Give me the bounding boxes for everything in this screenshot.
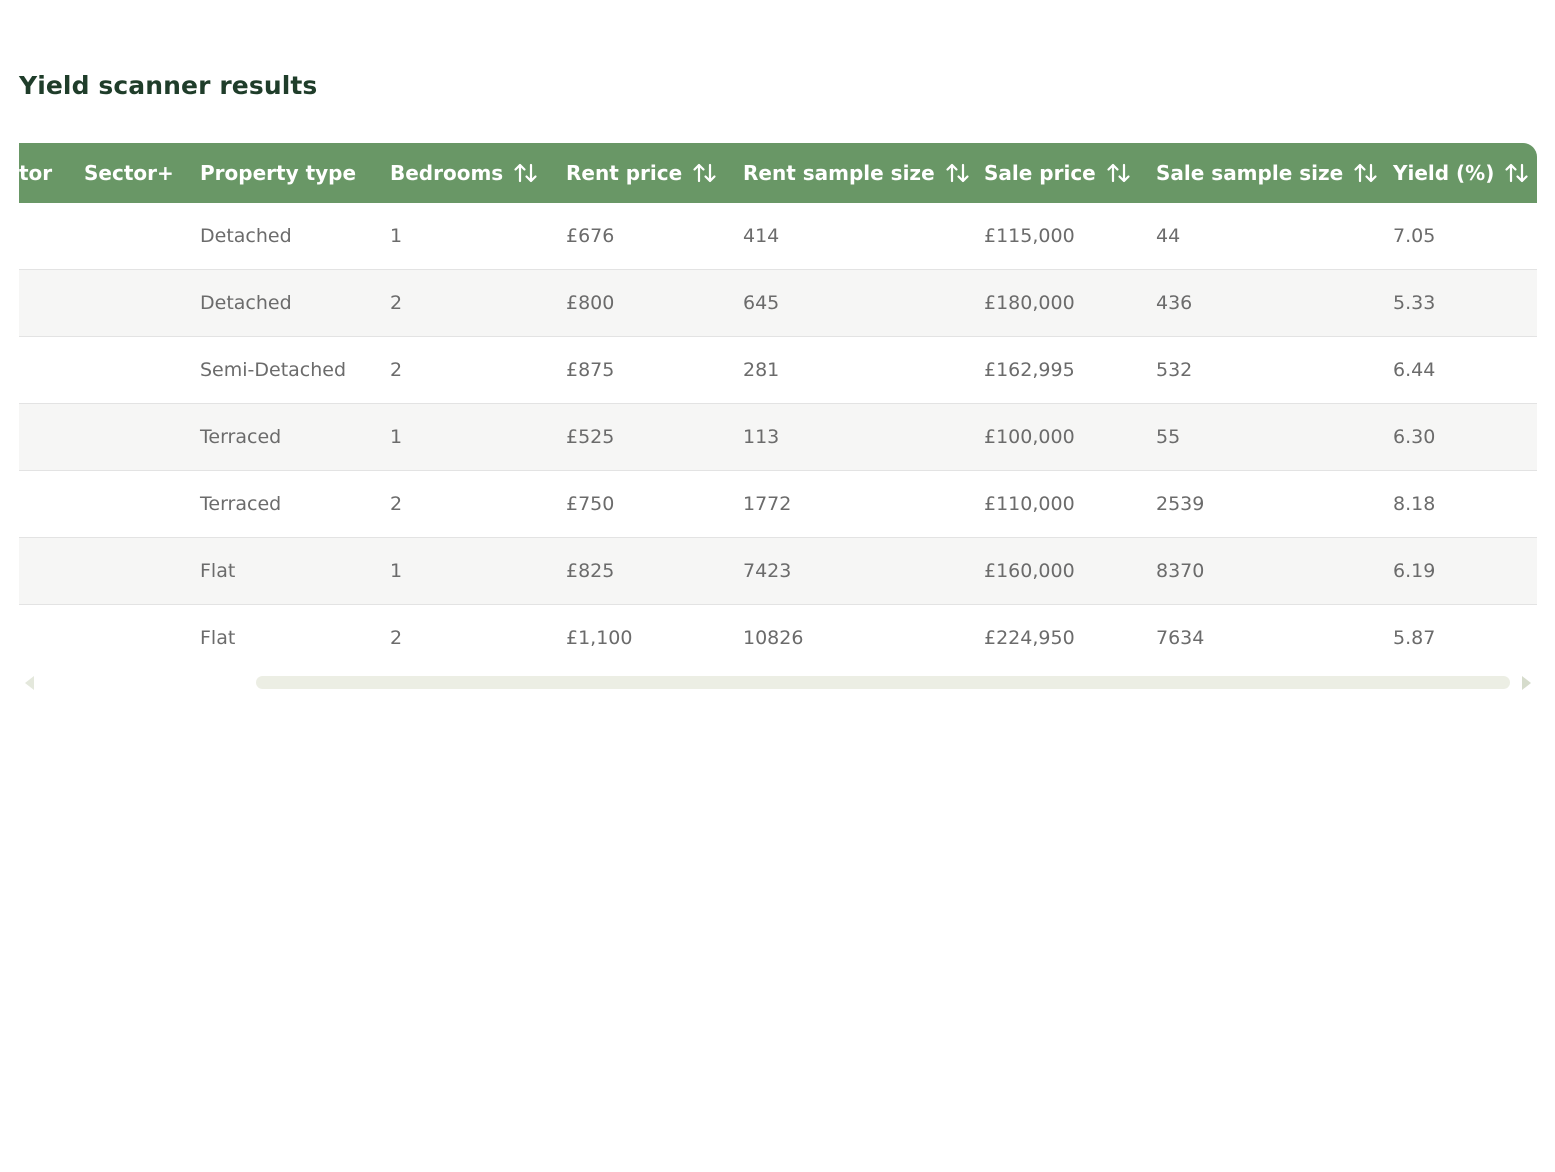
table-row: Terraced 1 £525 113 £100,000 55 6.30 (19, 404, 1537, 471)
column-header-rent-sample-size-label: Rent sample size (743, 161, 935, 185)
cell-bedrooms: 2 (390, 627, 403, 649)
cell-rent-sample-size: 7423 (743, 560, 792, 582)
cell-sale-sample-size: 436 (1156, 292, 1193, 314)
column-header-rent-price-label: Rent price (566, 161, 683, 185)
sort-up-down-icon[interactable] (1353, 159, 1379, 187)
cell-bedrooms: 1 (390, 225, 403, 247)
table-row: Flat 1 £825 7423 £160,000 8370 6.19 (19, 538, 1537, 605)
cell-rent-price: £875 (566, 359, 615, 381)
page: Yield scanner results tor Sector+ Proper… (0, 0, 1555, 1172)
scroll-left-arrow-icon[interactable] (25, 676, 34, 690)
column-header-sector[interactable]: tor (19, 143, 52, 203)
cell-sale-price: £115,000 (984, 225, 1075, 247)
page-title: Yield scanner results (19, 71, 318, 100)
cell-sale-sample-size: 2539 (1156, 493, 1205, 515)
cell-bedrooms: 1 (390, 560, 403, 582)
cell-property-type: Terraced (200, 493, 282, 515)
sort-up-down-icon[interactable] (1106, 159, 1132, 187)
column-header-rent-sample-size[interactable]: Rent sample size (743, 143, 971, 203)
cell-bedrooms: 2 (390, 359, 403, 381)
column-header-sector-plus[interactable]: Sector+ (84, 143, 174, 203)
cell-rent-sample-size: 281 (743, 359, 780, 381)
table-row: Detached 1 £676 414 £115,000 44 7.05 (19, 203, 1537, 270)
table-row: Terraced 2 £750 1772 £110,000 2539 8.18 (19, 471, 1537, 538)
sort-up-down-icon[interactable] (1504, 159, 1530, 187)
column-header-sale-price-label: Sale price (984, 161, 1096, 185)
column-header-bedrooms-label: Bedrooms (390, 161, 504, 185)
cell-rent-price: £676 (566, 225, 615, 247)
cell-yield: 5.33 (1393, 292, 1436, 314)
cell-property-type: Terraced (200, 426, 282, 448)
cell-yield: 6.30 (1393, 426, 1436, 448)
column-header-sale-sample-size[interactable]: Sale sample size (1156, 143, 1379, 203)
cell-rent-sample-size: 10826 (743, 627, 804, 649)
cell-property-type: Flat (200, 560, 236, 582)
table-row: Semi-Detached 2 £875 281 £162,995 532 6.… (19, 337, 1537, 404)
cell-sale-price: £224,950 (984, 627, 1075, 649)
table-row: Detached 2 £800 645 £180,000 436 5.33 (19, 270, 1537, 337)
cell-sale-price: £100,000 (984, 426, 1075, 448)
cell-property-type: Flat (200, 627, 236, 649)
cell-property-type: Detached (200, 225, 292, 247)
cell-yield: 6.19 (1393, 560, 1436, 582)
table-body: Detached 1 £676 414 £115,000 44 7.05 Det… (19, 203, 1537, 671)
cell-rent-sample-size: 414 (743, 225, 780, 247)
cell-sale-price: £110,000 (984, 493, 1075, 515)
results-table: tor Sector+ Property type Bedrooms Rent … (19, 143, 1537, 671)
column-header-bedrooms[interactable]: Bedrooms (390, 143, 539, 203)
cell-bedrooms: 1 (390, 426, 403, 448)
sort-up-down-icon[interactable] (692, 159, 718, 187)
cell-property-type: Detached (200, 292, 292, 314)
cell-sale-price: £162,995 (984, 359, 1075, 381)
scrollbar-thumb[interactable] (256, 676, 1510, 689)
cell-property-type: Semi-Detached (200, 359, 347, 381)
cell-rent-sample-size: 645 (743, 292, 780, 314)
table-header: tor Sector+ Property type Bedrooms Rent … (19, 143, 1537, 203)
horizontal-scrollbar[interactable] (19, 672, 1537, 694)
column-header-sale-sample-size-label: Sale sample size (1156, 161, 1344, 185)
cell-bedrooms: 2 (390, 292, 403, 314)
cell-sale-sample-size: 7634 (1156, 627, 1205, 649)
cell-rent-sample-size: 1772 (743, 493, 792, 515)
cell-sale-price: £180,000 (984, 292, 1075, 314)
sort-up-down-icon[interactable] (513, 159, 539, 187)
scroll-right-arrow-icon[interactable] (1522, 676, 1531, 690)
cell-rent-price: £1,100 (566, 627, 633, 649)
cell-sale-sample-size: 55 (1156, 426, 1181, 448)
sort-up-down-icon[interactable] (945, 159, 971, 187)
cell-sale-price: £160,000 (984, 560, 1075, 582)
cell-sale-sample-size: 44 (1156, 225, 1181, 247)
cell-bedrooms: 2 (390, 493, 403, 515)
cell-rent-price: £525 (566, 426, 615, 448)
cell-rent-price: £800 (566, 292, 615, 314)
column-header-yield-label: Yield (%) (1393, 161, 1495, 185)
column-header-property-type[interactable]: Property type (200, 143, 356, 203)
column-header-rent-price[interactable]: Rent price (566, 143, 718, 203)
cell-rent-price: £750 (566, 493, 615, 515)
cell-sale-sample-size: 532 (1156, 359, 1193, 381)
cell-rent-sample-size: 113 (743, 426, 780, 448)
cell-yield: 7.05 (1393, 225, 1436, 247)
table-row: Flat 2 £1,100 10826 £224,950 7634 5.87 (19, 605, 1537, 671)
cell-sale-sample-size: 8370 (1156, 560, 1205, 582)
column-header-sale-price[interactable]: Sale price (984, 143, 1132, 203)
cell-yield: 8.18 (1393, 493, 1436, 515)
column-header-yield[interactable]: Yield (%) (1393, 143, 1530, 203)
cell-yield: 5.87 (1393, 627, 1436, 649)
cell-yield: 6.44 (1393, 359, 1436, 381)
cell-rent-price: £825 (566, 560, 615, 582)
